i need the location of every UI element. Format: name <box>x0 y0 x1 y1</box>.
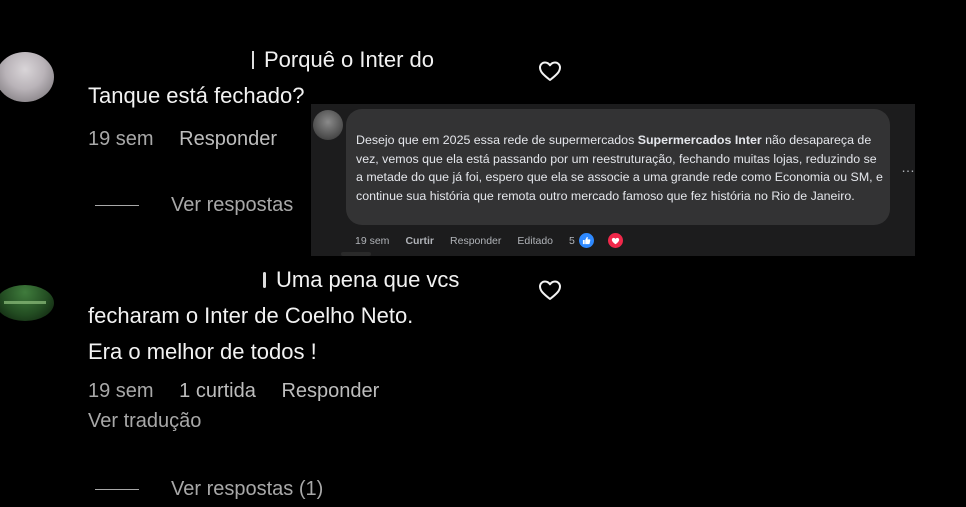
like-button[interactable]: Curtir <box>405 235 434 247</box>
heart-icon[interactable] <box>538 279 562 301</box>
view-replies-button[interactable]: Ver respostas <box>95 194 293 217</box>
avatar[interactable] <box>0 285 54 321</box>
avatar[interactable] <box>313 110 343 140</box>
comment-time: 19 sem <box>88 380 154 402</box>
comment-body: Desejo que em 2025 essa rede de supermer… <box>356 131 886 205</box>
view-replies-button[interactable]: Ver respostas (1) <box>95 478 323 501</box>
avatar-stripe <box>4 301 46 304</box>
reply-button[interactable]: Responder <box>179 128 277 150</box>
reactions-summary[interactable]: 5 <box>569 232 640 249</box>
comment-text: Uma pena que vcs fecharam o Inter de Coe… <box>88 262 459 370</box>
heart-icon[interactable] <box>538 60 562 82</box>
edited-label: Editado <box>517 234 554 247</box>
comment-text-line: Porquê o Inter do <box>88 42 434 78</box>
comment-text-line: fecharam o Inter de Coelho Neto. <box>88 303 414 328</box>
comment-text-line: Era o melhor de todos ! <box>88 339 317 364</box>
author-name[interactable] <box>358 111 498 119</box>
reply-button[interactable]: Responder <box>450 235 501 247</box>
replies-divider <box>95 489 139 490</box>
likes-count[interactable]: 1 curtida <box>179 380 256 402</box>
view-replies-label: Ver respostas (1) <box>171 478 324 500</box>
comment-bubble: Desejo que em 2025 essa rede de supermer… <box>346 109 890 225</box>
comment-text-line: Uma pena que vcs <box>88 262 459 298</box>
comment-body-part: Desejo que em 2025 essa rede de supermer… <box>356 133 638 147</box>
comment-actions: 19 sem Curtir Responder Editado 5 <box>355 232 656 249</box>
comment-body-highlight: Supermercados Inter <box>637 133 762 147</box>
next-comment-edge <box>341 252 371 256</box>
embedded-facebook-comment: Desejo que em 2025 essa rede de supermer… <box>311 104 915 256</box>
translate-button[interactable]: Ver tradução <box>88 410 201 433</box>
comment-time: 19 sem <box>88 128 154 150</box>
view-replies-label: Ver respostas <box>171 194 294 216</box>
comment-meta: 19 sem Responder <box>88 128 297 151</box>
avatar[interactable] <box>0 52 54 102</box>
reaction-count: 5 <box>569 234 575 247</box>
more-options-icon[interactable]: … <box>901 159 916 175</box>
comment-time: 19 sem <box>355 234 390 247</box>
love-icon <box>606 232 624 249</box>
comment-meta: 19 sem 1 curtida Responder <box>88 380 399 403</box>
replies-divider <box>95 205 139 206</box>
like-icon <box>577 232 595 249</box>
reply-button[interactable]: Responder <box>281 380 379 402</box>
